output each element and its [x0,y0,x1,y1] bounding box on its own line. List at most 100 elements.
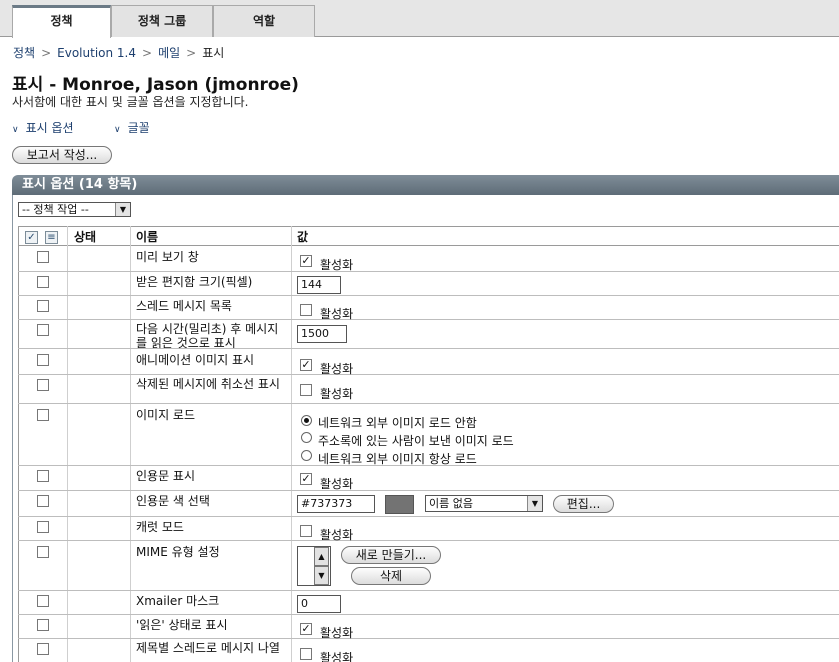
row-select-checkbox[interactable] [37,251,49,263]
row-name: MIME 유형 설정 [136,545,220,559]
row-divider [18,614,839,615]
edit-color-button[interactable]: 편집... [553,495,614,513]
inbox-size-input[interactable]: 144 [297,276,341,294]
enable-checkbox[interactable]: ✓ [300,473,312,485]
jump-display-options-link[interactable]: ∨ 표시 옵션 [12,119,74,136]
row-select-checkbox[interactable] [37,324,49,336]
page-title: 표시 - Monroe, Jason (jmonroe) [12,75,299,95]
row-divider [18,295,839,296]
enable-label: 활성화 [320,362,354,376]
breadcrumb-separator: > [142,46,153,60]
row-divider [18,374,839,375]
header-status: 상태 [74,230,97,244]
delete-mime-type-button[interactable]: 삭제 [351,567,431,585]
enable-label: 활성화 [320,387,354,401]
mark-read-delay-input[interactable]: 1500 [297,325,347,343]
new-mime-type-button[interactable]: 새로 만들기... [341,546,441,564]
scroll-down-icon[interactable]: ▼ [314,566,329,585]
table-header-border [18,245,839,246]
enable-checkbox[interactable]: ✓ [300,255,312,267]
breadcrumb-policies-link[interactable]: 정책 [13,46,35,60]
column-divider [130,226,131,662]
enable-checkbox[interactable] [300,384,312,396]
color-name-value: 이름 없음 [429,497,473,510]
row-name: 이미지 로드 [136,408,196,422]
enable-checkbox[interactable] [300,648,312,660]
row-name: Xmailer 마스크 [136,594,220,608]
quote-color-input[interactable]: #737373 [297,495,375,513]
breadcrumb-mail-link[interactable]: 메일 [158,46,180,60]
tab-bar: 정책 정책 그룹 역할 [0,0,839,38]
column-options-icon[interactable]: ≡ [45,231,58,244]
jump-display-options-label: 표시 옵션 [25,121,74,135]
row-name: 다음 시간(밀리초) 후 메시지를 읽은 것으로 표시 [136,322,279,350]
row-divider [18,403,839,404]
enable-label: 활성화 [320,651,354,662]
image-load-always-label: 네트워크 외부 이미지 항상 로드 [318,452,477,466]
enable-label: 활성화 [320,528,354,542]
row-select-checkbox[interactable] [37,470,49,482]
row-name: 제목별 스레드로 메시지 나열 [136,641,280,655]
row-select-checkbox[interactable] [37,521,49,533]
image-load-never-radio[interactable] [301,415,312,426]
enable-checkbox[interactable] [300,304,312,316]
xmailer-mask-input[interactable]: 0 [297,595,341,613]
row-select-checkbox[interactable] [37,379,49,391]
row-select-checkbox[interactable] [37,619,49,631]
enable-label: 활성화 [320,626,354,640]
color-swatch[interactable] [385,495,414,514]
row-divider [18,590,839,591]
column-divider [291,226,292,662]
enable-checkbox[interactable]: ✓ [300,359,312,371]
breadcrumb-evolution-link[interactable]: Evolution 1.4 [57,46,136,60]
row-name: '읽은' 상태로 표시 [136,618,228,632]
row-select-checkbox[interactable] [37,354,49,366]
breadcrumb-separator: > [186,46,197,60]
row-name: 받은 편지함 크기(픽셀) [136,275,253,289]
color-name-select[interactable]: 이름 없음 ▼ [425,495,543,512]
tab-policies[interactable]: 정책 [12,5,111,38]
row-divider [18,319,839,320]
row-name: 인용문 색 선택 [136,494,210,508]
jump-fonts-link[interactable]: ∨ 글꼴 [114,119,150,136]
section-header: 표시 옵션 (14 항목) [12,175,839,195]
breadcrumb-current: 표시 [202,46,225,60]
row-name: 캐럿 모드 [136,520,184,534]
dropdown-arrow-icon: ▼ [527,496,542,511]
row-divider [18,271,839,272]
tab-policy-groups[interactable]: 정책 그룹 [111,5,213,37]
row-select-checkbox[interactable] [37,409,49,421]
image-load-contacts-label: 주소록에 있는 사람이 보낸 이미지 로드 [318,434,514,448]
page-description: 사서함에 대한 표시 및 글꼴 옵션을 지정합니다. [12,95,249,109]
tab-roles[interactable]: 역할 [213,5,315,37]
row-divider [18,490,839,491]
enable-label: 활성화 [320,307,354,321]
image-load-always-radio[interactable] [301,450,312,461]
breadcrumb-separator: > [41,46,52,60]
image-load-never-label: 네트워크 외부 이미지 로드 안함 [318,416,477,430]
table-left-border [18,226,19,662]
column-divider [67,226,68,662]
row-divider [18,516,839,517]
row-select-checkbox[interactable] [37,643,49,655]
policy-action-value: -- 정책 작업 -- [22,203,89,216]
row-select-checkbox[interactable] [37,495,49,507]
row-select-checkbox[interactable] [37,276,49,288]
enable-label: 활성화 [320,258,354,272]
row-name: 인용문 표시 [136,469,196,483]
breadcrumb: 정책 > Evolution 1.4 > 메일 > 표시 [13,44,224,61]
row-select-checkbox[interactable] [37,546,49,558]
enable-checkbox[interactable] [300,525,312,537]
row-select-checkbox[interactable] [37,595,49,607]
chevron-down-icon: ∨ [114,125,121,135]
row-select-checkbox[interactable] [37,300,49,312]
create-report-button[interactable]: 보고서 작성... [12,146,112,164]
jump-fonts-label: 글꼴 [127,121,150,135]
row-name: 미리 보기 창 [136,250,199,264]
select-all-icon[interactable]: ✓ [25,231,38,244]
policy-action-select[interactable]: -- 정책 작업 -- ▼ [18,202,131,217]
image-load-contacts-radio[interactable] [301,432,312,443]
row-divider [18,638,839,639]
enable-checkbox[interactable]: ✓ [300,623,312,635]
scroll-up-icon[interactable]: ▲ [314,547,329,566]
